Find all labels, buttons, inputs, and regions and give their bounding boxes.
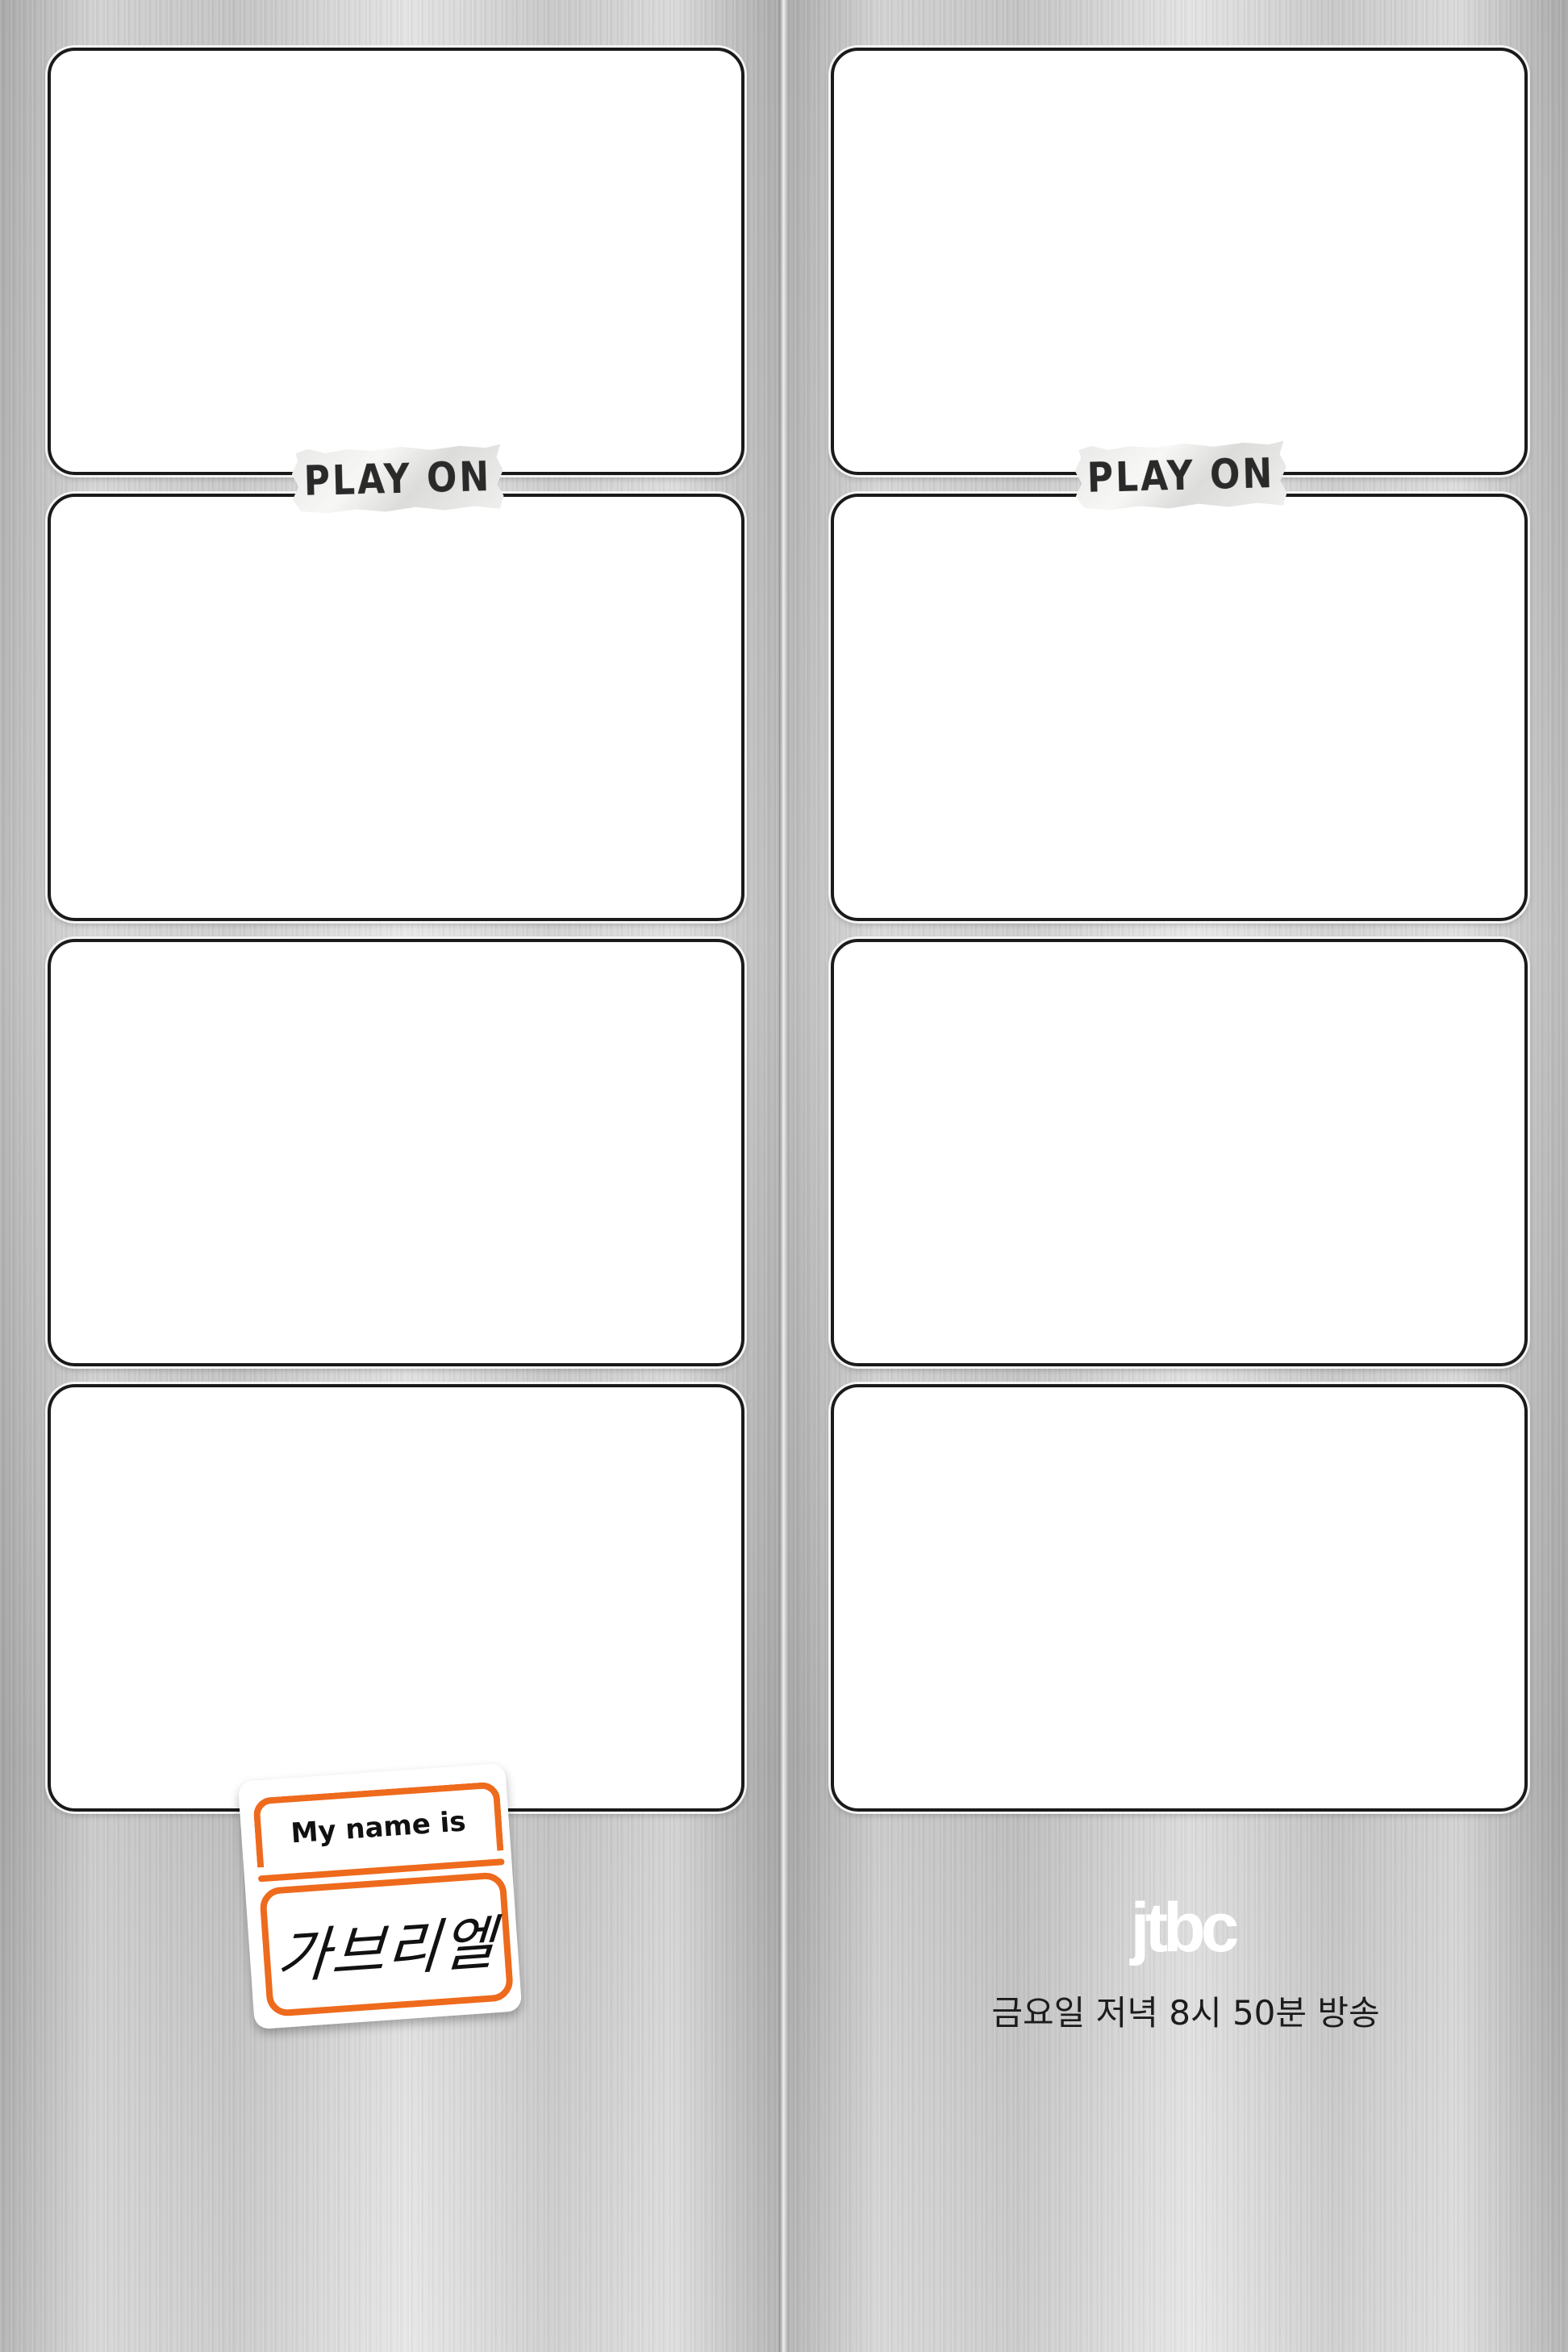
photo-frame-left-4 (48, 1384, 744, 1812)
photo-frame-left-2 (48, 494, 744, 921)
photo-frame-left-3 (48, 939, 744, 1366)
airtime-text: 금요일 저녁 8시 50분 방송 (991, 1993, 1380, 2033)
photo-frame-right-1 (831, 48, 1528, 475)
photo-frame-right-3 (831, 939, 1528, 1366)
photo-frame-right-2 (831, 494, 1528, 921)
strip-divider (779, 0, 789, 2352)
name-tag-name: 가브리엘 (273, 1908, 498, 1991)
name-tag-header-text: My name is (290, 1805, 467, 1850)
play-on-label: PLAY ON (302, 452, 492, 506)
photo-frame-right-4 (831, 1384, 1528, 1812)
play-on-tape-left: PLAY ON (291, 444, 504, 515)
photo-frame-left-1 (48, 48, 744, 475)
name-tag-sticker: My name is 가브리엘 (237, 1762, 523, 2030)
play-on-label: PLAY ON (1086, 449, 1275, 503)
jtbc-logo: jtbc (1110, 1889, 1255, 1966)
play-on-tape-right: PLAY ON (1074, 441, 1287, 511)
jtbc-logo-text: jtbc (1130, 1889, 1240, 1966)
name-tag-name-box: 가브리엘 (258, 1871, 515, 2018)
name-tag-header: My name is (252, 1781, 504, 1868)
